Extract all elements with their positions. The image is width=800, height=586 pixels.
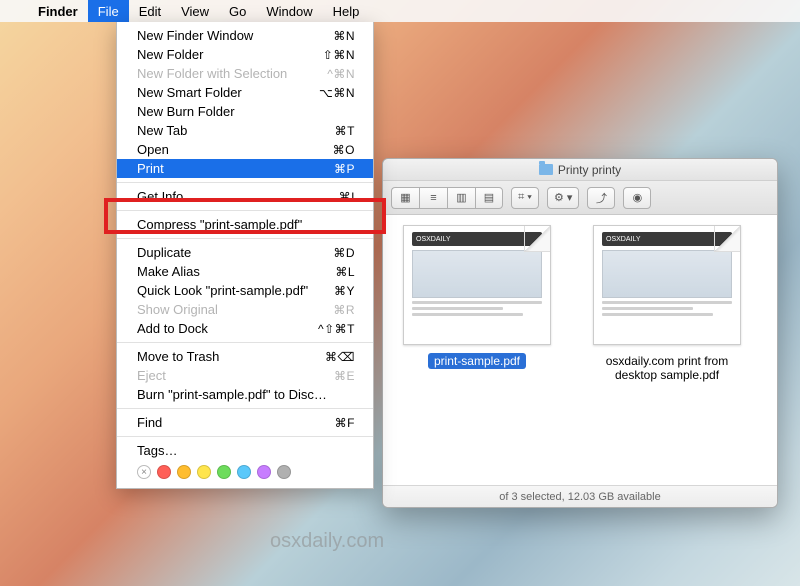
menu-item-shortcut: ⌘F <box>335 416 355 430</box>
menu-view[interactable]: View <box>171 0 219 22</box>
menu-item-new-tab[interactable]: New Tab⌘T <box>117 121 373 140</box>
file-item[interactable]: OSXDAILY osxdaily.com print from desktop … <box>579 225 755 485</box>
tag-clear-icon[interactable]: × <box>137 465 151 479</box>
tag-color-dot[interactable] <box>157 465 171 479</box>
menu-item-shortcut: ⌘T <box>335 124 355 138</box>
arrange-button[interactable]: ⌗ ▾ <box>511 187 539 209</box>
menu-app-name[interactable]: Finder <box>28 0 88 22</box>
file-label: osxdaily.com print from desktop sample.p… <box>582 353 752 383</box>
menu-item-make-alias[interactable]: Make Alias⌘L <box>117 262 373 281</box>
menu-item-label: Show Original <box>137 302 333 317</box>
view-coverflow-mode-icon[interactable]: ▤ <box>475 187 503 209</box>
menu-item-label: Quick Look "print-sample.pdf" <box>137 283 334 298</box>
menu-item-show-original: Show Original⌘R <box>117 300 373 319</box>
menu-item-new-burn-folder[interactable]: New Burn Folder <box>117 102 373 121</box>
menu-item-label: Print <box>137 161 334 176</box>
menu-item-shortcut: ^⌘N <box>327 67 355 81</box>
tag-color-dot[interactable] <box>217 465 231 479</box>
tag-color-dot[interactable] <box>257 465 271 479</box>
menu-item-print[interactable]: Print⌘P <box>117 159 373 178</box>
tag-color-dot[interactable] <box>177 465 191 479</box>
menu-bar: Finder File Edit View Go Window Help <box>0 0 800 22</box>
view-list-mode-icon[interactable]: ≡ <box>419 187 447 209</box>
menu-item-shortcut: ⌘Y <box>334 284 355 298</box>
menu-item-label: Open <box>137 142 333 157</box>
menu-item-quick-look-print-sample-pdf[interactable]: Quick Look "print-sample.pdf"⌘Y <box>117 281 373 300</box>
tag-color-dot[interactable] <box>277 465 291 479</box>
menu-item-move-to-trash[interactable]: Move to Trash⌘⌫ <box>117 347 373 366</box>
view-mode-segmented[interactable]: ▦ ≡ ▥ ▤ <box>391 187 503 209</box>
menu-file[interactable]: File <box>88 0 129 22</box>
menu-item-shortcut: ⌘R <box>333 303 355 317</box>
menu-item-label: Burn "print-sample.pdf" to Disc… <box>137 387 355 402</box>
tags-button[interactable]: ◉ <box>623 187 651 209</box>
menu-item-duplicate[interactable]: Duplicate⌘D <box>117 243 373 262</box>
menu-item-shortcut: ^⇧⌘T <box>318 322 355 336</box>
menu-item-new-folder-with-selection: New Folder with Selection^⌘N <box>117 64 373 83</box>
menu-item-label: Move to Trash <box>137 349 325 364</box>
menu-item-shortcut: ⌘P <box>334 162 355 176</box>
folder-icon <box>539 164 553 175</box>
menu-window[interactable]: Window <box>256 0 322 22</box>
action-button[interactable]: ⚙ ▾ <box>547 187 579 209</box>
menu-item-label: New Folder <box>137 47 323 62</box>
menu-item-new-smart-folder[interactable]: New Smart Folder⌥⌘N <box>117 83 373 102</box>
menu-item-eject: Eject⌘E <box>117 366 373 385</box>
view-column-mode-icon[interactable]: ▥ <box>447 187 475 209</box>
menu-item-shortcut: ⌘E <box>334 369 355 383</box>
menu-item-new-finder-window[interactable]: New Finder Window⌘N <box>117 26 373 45</box>
menu-item-shortcut: ⇧⌘N <box>323 48 355 62</box>
menu-item-find[interactable]: Find⌘F <box>117 413 373 432</box>
menu-item-open[interactable]: Open⌘O <box>117 140 373 159</box>
menu-help[interactable]: Help <box>323 0 370 22</box>
menu-item-tags[interactable]: Tags… <box>117 441 373 460</box>
menu-item-shortcut: ⌘D <box>333 246 355 260</box>
menu-item-label: New Finder Window <box>137 28 333 43</box>
menu-item-shortcut: ⌘L <box>335 265 355 279</box>
annotation-highlight <box>104 198 386 234</box>
file-menu-dropdown: New Finder Window⌘NNew Folder⇧⌘NNew Fold… <box>116 22 374 489</box>
file-label: print-sample.pdf <box>428 353 526 369</box>
menu-item-shortcut: ⌘N <box>333 29 355 43</box>
finder-title: Printy printy <box>558 163 621 177</box>
menu-item-add-to-dock[interactable]: Add to Dock^⇧⌘T <box>117 319 373 338</box>
finder-titlebar[interactable]: Printy printy <box>383 159 777 181</box>
file-thumbnail: OSXDAILY <box>403 225 551 345</box>
menu-item-label: Eject <box>137 368 334 383</box>
menu-edit[interactable]: Edit <box>129 0 171 22</box>
share-button[interactable]: ⤴ <box>587 187 615 209</box>
menu-go[interactable]: Go <box>219 0 256 22</box>
menu-item-label: New Tab <box>137 123 335 138</box>
menu-item-label: Find <box>137 415 335 430</box>
menu-item-shortcut: ⌥⌘N <box>319 86 355 100</box>
finder-content: OSXDAILY print-sample.pdf OSXDAILY osxdaily… <box>383 215 777 485</box>
watermark-text: osxdaily.com <box>270 530 384 553</box>
menu-item-label: Duplicate <box>137 245 333 260</box>
menu-item-shortcut: ⌘⌫ <box>325 350 355 364</box>
menu-item-label: Tags… <box>137 443 355 458</box>
menu-item-label: Add to Dock <box>137 321 318 336</box>
menu-item-shortcut: ⌘O <box>333 143 355 157</box>
menu-item-label: New Folder with Selection <box>137 66 327 81</box>
finder-window: Printy printy ▦ ≡ ▥ ▤ ⌗ ▾ ⚙ ▾ ⤴ ◉ OSXDAI… <box>382 158 778 508</box>
finder-status-bar: of 3 selected, 12.03 GB available <box>383 485 777 507</box>
finder-toolbar: ▦ ≡ ▥ ▤ ⌗ ▾ ⚙ ▾ ⤴ ◉ <box>383 181 777 215</box>
tag-color-dot[interactable] <box>237 465 251 479</box>
tags-color-row: × <box>117 460 373 484</box>
menu-item-new-folder[interactable]: New Folder⇧⌘N <box>117 45 373 64</box>
view-icon-mode-icon[interactable]: ▦ <box>391 187 419 209</box>
file-thumbnail: OSXDAILY <box>593 225 741 345</box>
tag-color-dot[interactable] <box>197 465 211 479</box>
menu-item-label: Make Alias <box>137 264 335 279</box>
file-item[interactable]: OSXDAILY print-sample.pdf <box>389 225 565 485</box>
menu-item-burn-print-sample-pdf-to-disc[interactable]: Burn "print-sample.pdf" to Disc… <box>117 385 373 404</box>
menu-item-label: New Burn Folder <box>137 104 355 119</box>
menu-item-label: New Smart Folder <box>137 85 319 100</box>
